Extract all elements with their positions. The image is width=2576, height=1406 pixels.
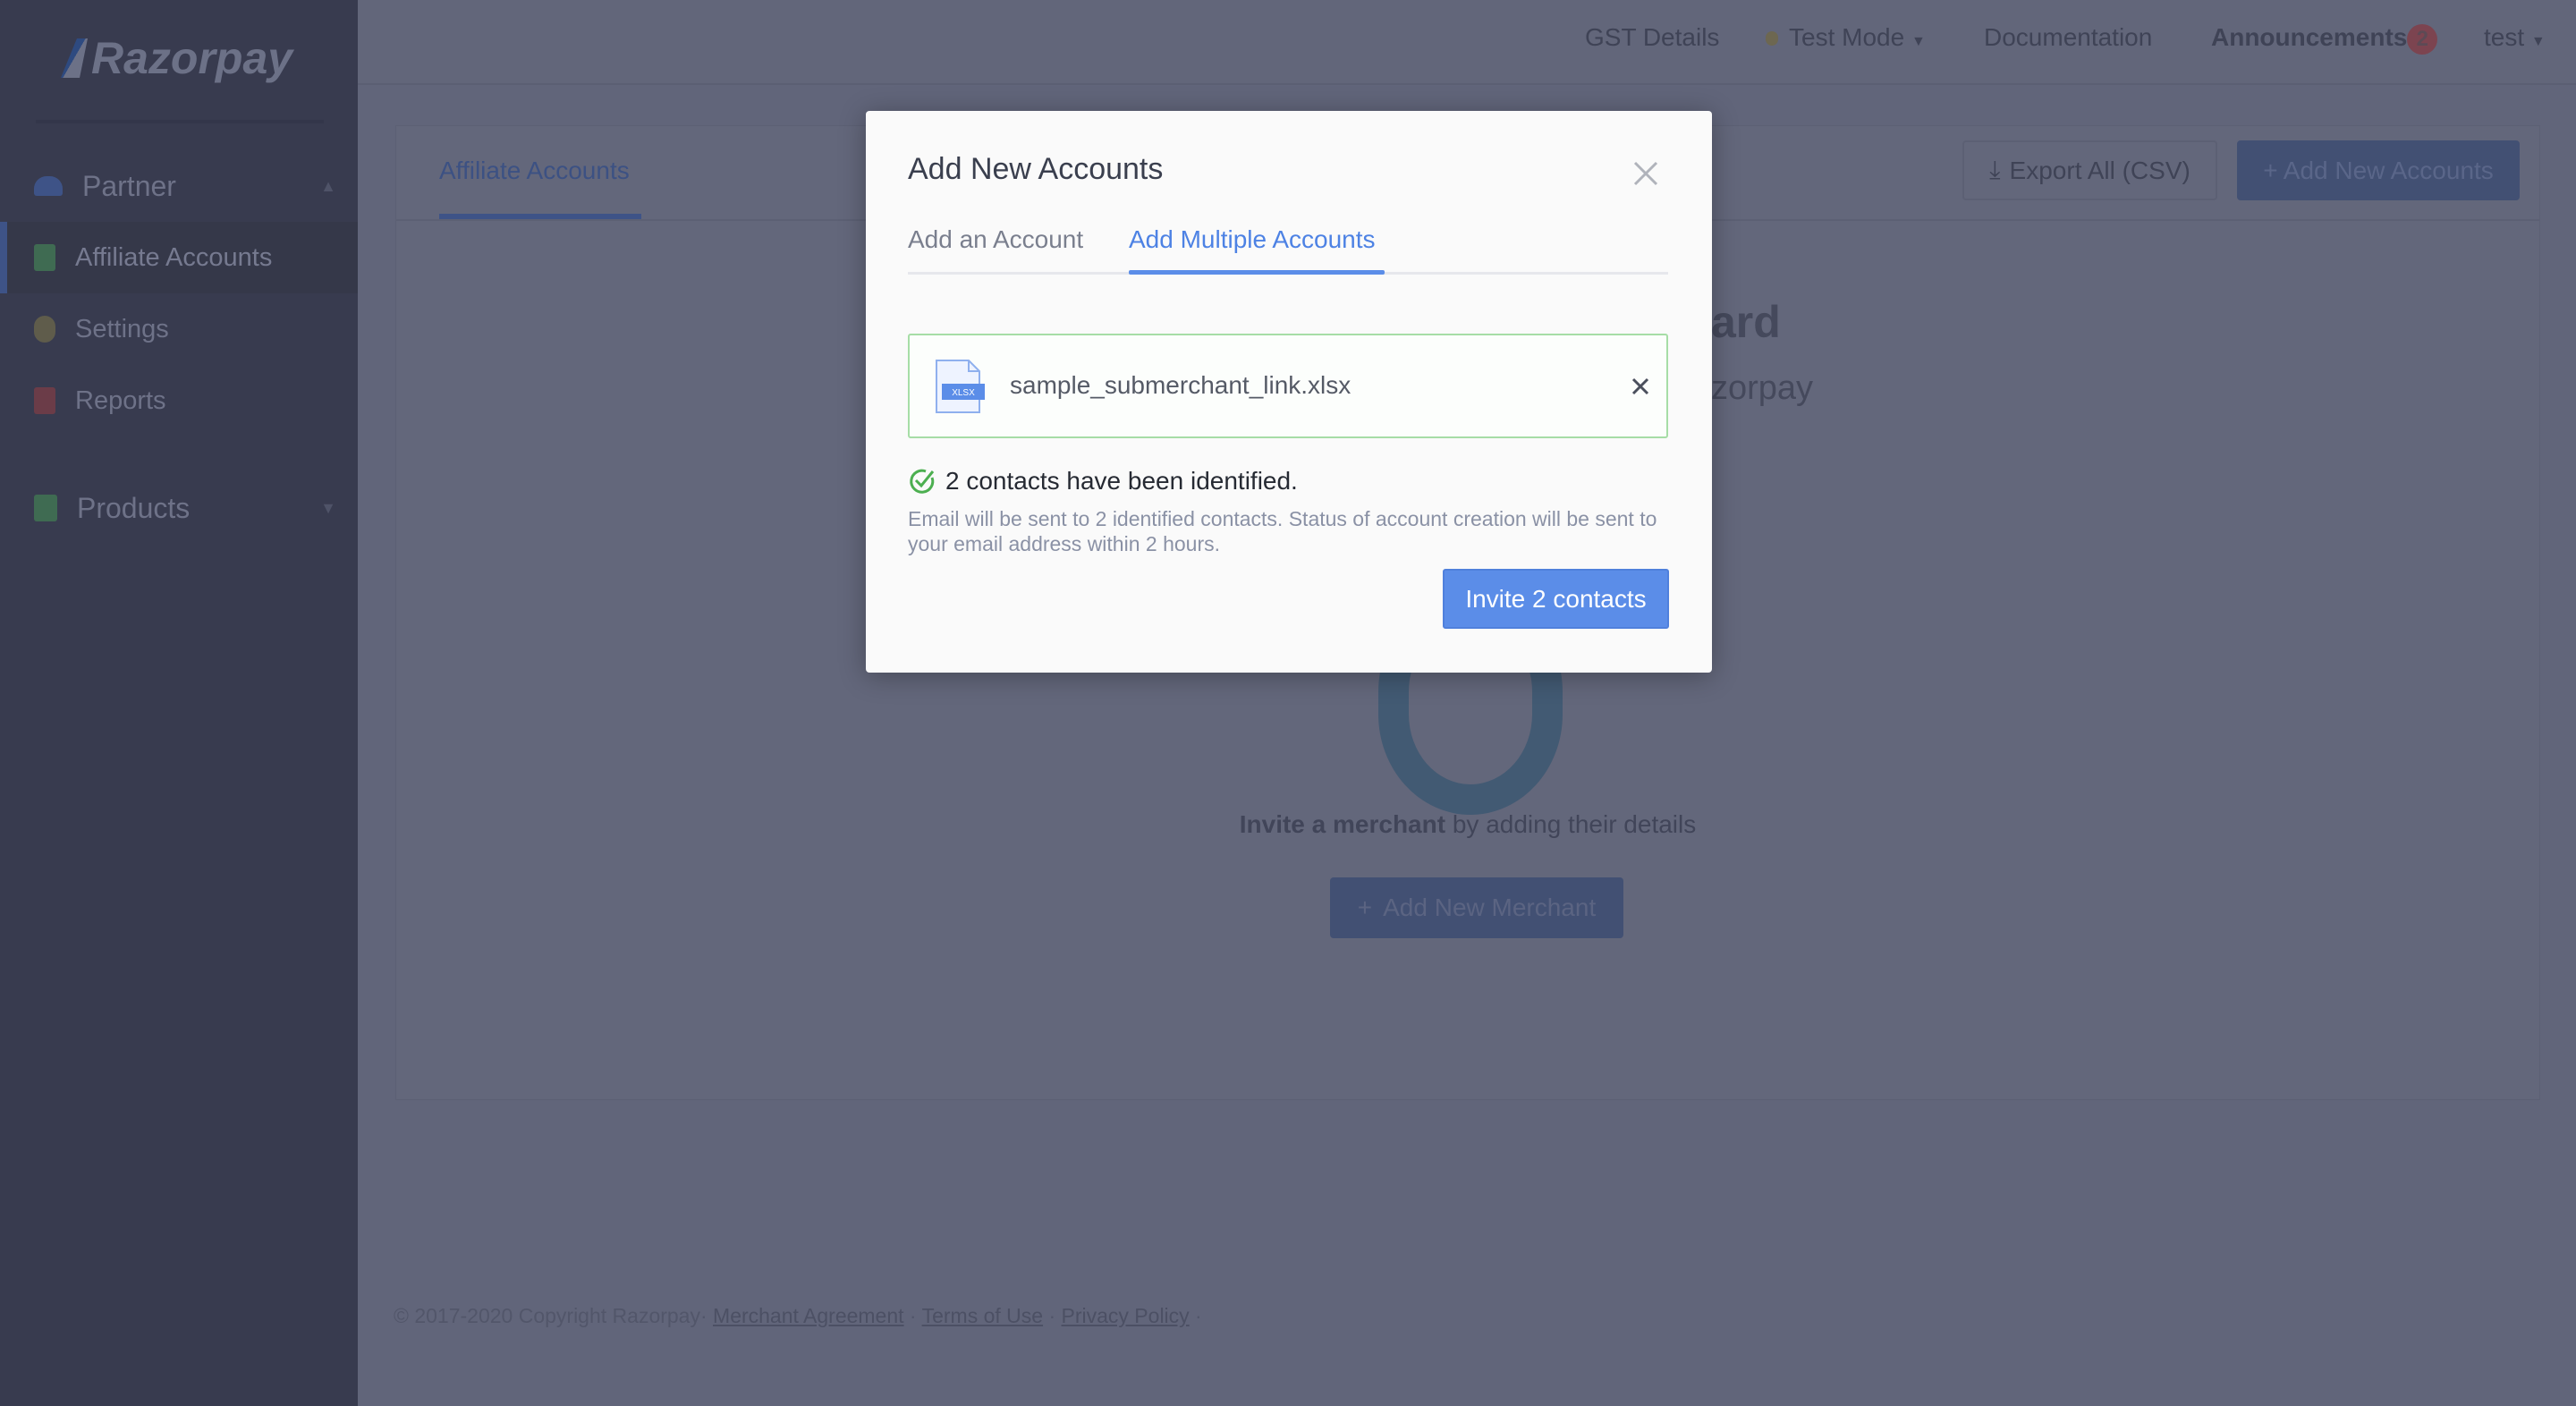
privacy-link[interactable]: Privacy Policy	[1062, 1304, 1190, 1327]
hero-subtitle-fragment: zorpay	[1711, 369, 1814, 407]
tab-add-multiple-accounts[interactable]: Add Multiple Accounts	[1129, 225, 1376, 254]
top-header: GST Details Test Mode ▼ Documentation An…	[358, 0, 2576, 85]
file-name: sample_submerchant_link.xlsx	[1010, 371, 1352, 399]
invite-rest: by adding their details	[1445, 810, 1697, 838]
add-new-accounts-button[interactable]: + Add New Accounts	[2237, 140, 2520, 200]
divider	[36, 120, 324, 123]
gear-icon	[34, 316, 55, 343]
user-menu[interactable]: test ▼	[2484, 23, 2546, 52]
documentation-link[interactable]: Documentation	[1984, 23, 2152, 52]
remove-file-icon[interactable]	[1631, 377, 1650, 396]
caret-down-icon: ▼	[1911, 34, 1926, 49]
sidebar-item-settings[interactable]: Settings	[0, 311, 358, 347]
logo-text: Razorpay	[91, 33, 293, 83]
close-icon[interactable]	[1630, 157, 1662, 190]
grid-icon	[34, 495, 57, 521]
hero-title-fragment: ard	[1711, 297, 1781, 347]
sidebar-item-reports[interactable]: Reports	[0, 383, 358, 419]
people-icon	[34, 176, 63, 196]
sidebar-item-label: Affiliate Accounts	[75, 242, 273, 272]
contacts-identified-message: 2 contacts have been identified.	[908, 467, 1298, 495]
invite-merchant-text: Invite a merchant by adding their detail…	[396, 810, 2539, 839]
modal-title: Add New Accounts	[908, 152, 1164, 186]
download-icon: ⤓	[1989, 156, 2001, 183]
copyright: © 2017-2020 Copyright Razorpay·	[394, 1304, 708, 1327]
mode-status-dot	[1766, 31, 1778, 46]
announcements-badge: 2	[2407, 23, 2438, 55]
sidebar-item-label: Settings	[75, 314, 169, 343]
terms-link[interactable]: Terms of Use	[922, 1304, 1043, 1327]
plus-icon: +	[1357, 894, 1373, 921]
announcements-link[interactable]: Announcements 2	[2211, 23, 2438, 55]
gst-details-link[interactable]: GST Details	[1585, 23, 1719, 52]
xlsx-file-icon: XLSX	[936, 360, 985, 413]
tab-affiliate-accounts[interactable]: Affiliate Accounts	[439, 157, 630, 185]
svg-text:XLSX: XLSX	[952, 388, 975, 398]
invite-contacts-button[interactable]: Invite 2 contacts	[1443, 569, 1669, 629]
user-name: test	[2484, 23, 2525, 51]
chevron-down-icon: ▼	[320, 498, 336, 517]
sidebar-section-partner[interactable]: Partner ▲	[0, 168, 358, 204]
bank-icon	[34, 244, 55, 271]
uploaded-file: XLSX sample_submerchant_link.xlsx	[908, 334, 1668, 438]
section-label: Products	[77, 491, 191, 524]
mode-label: Test Mode	[1789, 23, 1905, 51]
status-text: 2 contacts have been identified.	[945, 467, 1298, 495]
announcements-label: Announcements	[2211, 23, 2408, 51]
chevron-up-icon: ▲	[320, 176, 336, 195]
sidebar: Razorpay Partner ▲ Affiliate Accounts Set…	[0, 0, 358, 1406]
razorpay-logo[interactable]: Razorpay	[61, 32, 292, 84]
active-tab-indicator	[1129, 270, 1385, 275]
tab-add-an-account[interactable]: Add an Account	[908, 225, 1083, 254]
sidebar-item-label: Reports	[75, 385, 166, 415]
add-merchant-label: Add New Merchant	[1383, 894, 1597, 921]
invite-bold: Invite a merchant	[1239, 810, 1446, 838]
caret-down-icon: ▼	[2530, 34, 2546, 49]
add-new-merchant-button[interactable]: + Add New Merchant	[1330, 877, 1623, 938]
export-label: Export All (CSV)	[2009, 156, 2190, 184]
test-mode-dropdown[interactable]: Test Mode ▼	[1766, 23, 1926, 52]
logo-mark-icon	[61, 38, 88, 78]
report-icon	[34, 387, 55, 414]
export-csv-button[interactable]: ⤓ Export All (CSV)	[1962, 140, 2217, 200]
section-label: Partner	[82, 169, 176, 202]
merchant-agreement-link[interactable]: Merchant Agreement	[713, 1304, 904, 1327]
email-description: Email will be sent to 2 identified conta…	[908, 507, 1657, 555]
footer: © 2017-2020 Copyright Razorpay· Merchant…	[394, 1304, 1202, 1327]
add-accounts-modal: Add New Accounts Add an Account Add Mult…	[866, 111, 1712, 673]
check-circle-icon	[910, 469, 935, 494]
sidebar-section-products[interactable]: Products ▼	[0, 490, 358, 526]
sidebar-item-affiliate-accounts[interactable]: Affiliate Accounts	[0, 222, 358, 293]
